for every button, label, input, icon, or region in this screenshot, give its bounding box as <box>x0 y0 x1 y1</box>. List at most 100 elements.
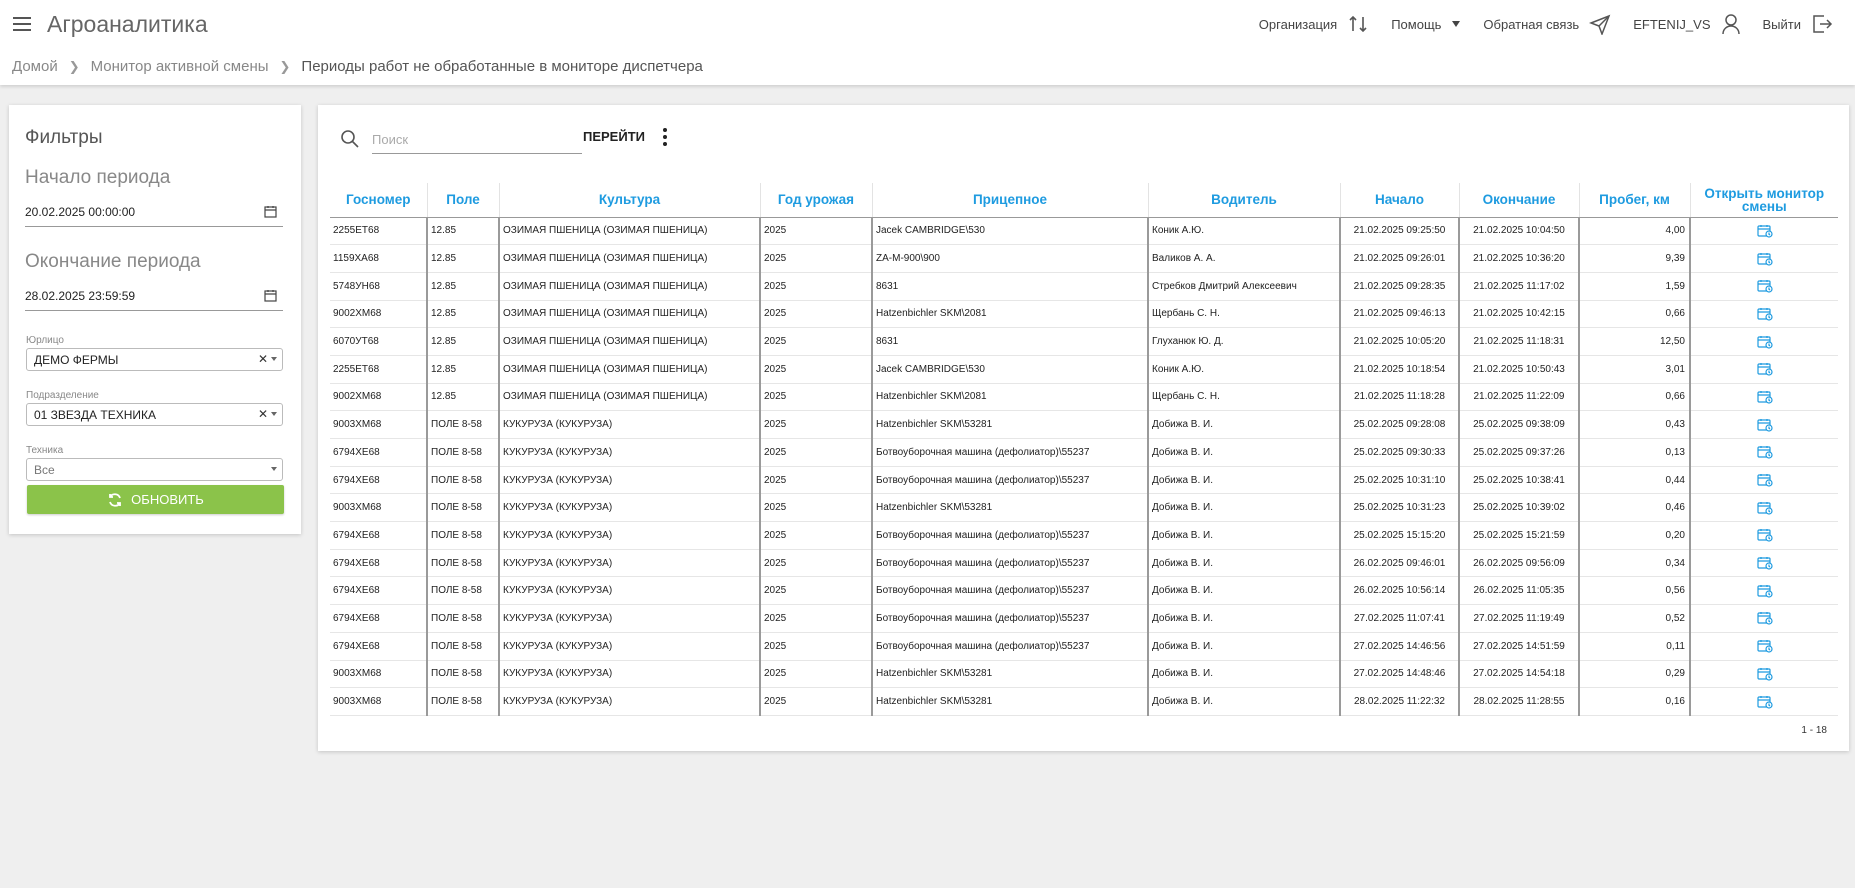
table-row[interactable]: 9003ХМ68 ПОЛЕ 8-58 КУКУРУЗА (КУКУРУЗА) 2025… <box>330 687 1838 716</box>
cell-trailer: ZA-M-900\900 <box>872 244 1149 273</box>
table-row[interactable]: 6794ХЕ68 ПОЛЕ 8-58 КУКУРУЗА (КУКУРУЗА) 2025… <box>330 604 1838 633</box>
open-monitor-icon[interactable] <box>1756 528 1773 543</box>
table-row[interactable]: 9003ХМ68 ПОЛЕ 8-58 КУКУРУЗА (КУКУРУЗА) 2025… <box>330 660 1838 689</box>
column-header-open[interactable]: Открыть монитор смены <box>1690 183 1838 218</box>
table-row[interactable]: 6070УТ68 12.85 ОЗИМАЯ ПШЕНИЦА (ОЗИМАЯ ПШЕН… <box>330 327 1838 356</box>
table-row[interactable]: 6794ХЕ68 ПОЛЕ 8-58 КУКУРУЗА (КУКУРУЗА) 2025… <box>330 438 1838 467</box>
app-title: Агроаналитика <box>47 11 208 37</box>
feedback-button[interactable]: Обратная связь <box>1483 13 1611 35</box>
open-monitor-icon[interactable] <box>1756 445 1773 459</box>
table-row[interactable]: 6794ХЕ68 ПОЛЕ 8-58 КУКУРУЗА (КУКУРУЗА) 2025… <box>330 576 1838 606</box>
column-header-field[interactable]: Поле <box>427 183 500 218</box>
table-row[interactable]: 6794ХЕ68 ПОЛЕ 8-58 КУКУРУЗА (КУКУРУЗА) 2025… <box>330 466 1838 495</box>
start-date-field[interactable]: 20.02.2025 00:00:00 <box>25 200 283 227</box>
open-monitor-icon[interactable] <box>1756 501 1773 515</box>
open-monitor-icon[interactable] <box>1756 224 1773 238</box>
cell-driver: Добижа В. И. <box>1148 604 1341 633</box>
table-row[interactable]: 6794ХЕ68 ПОЛЕ 8-58 КУКУРУЗА (КУКУРУЗА) 2025… <box>330 521 1838 550</box>
breadcrumb-home[interactable]: Домой <box>12 58 58 75</box>
table-row[interactable]: 2255ЕТ68 12.85 ОЗИМАЯ ПШЕНИЦА (ОЗИМАЯ ПШЕН… <box>330 355 1838 384</box>
open-monitor-icon[interactable] <box>1756 584 1773 598</box>
division-select[interactable]: 01 ЗВЕЗДА ТЕХНИКА ✕ <box>26 403 283 426</box>
calendar-icon[interactable] <box>264 205 277 218</box>
cell-open <box>1690 493 1838 523</box>
cell-driver: Коник А.Ю. <box>1148 355 1341 384</box>
breadcrumb-monitor[interactable]: Монитор активной смены <box>91 58 269 75</box>
search-input[interactable] <box>372 125 582 154</box>
user-button[interactable]: EFTENIJ_VS <box>1633 13 1740 35</box>
cell-mileage: 0,66 <box>1579 300 1691 329</box>
cell-driver: Коник А.Ю. <box>1148 217 1341 246</box>
cell-year: 2025 <box>760 300 873 329</box>
breadcrumb-current: Периоды работ не обработанные в мониторе… <box>301 58 703 75</box>
cell-crop: КУКУРУЗА (КУКУРУЗА) <box>499 466 761 495</box>
calendar-icon[interactable] <box>264 289 277 302</box>
column-header-crop[interactable]: Культура <box>499 183 761 218</box>
cell-driver: Добижа В. И. <box>1148 549 1341 578</box>
open-monitor-icon[interactable] <box>1756 362 1773 376</box>
equipment-select[interactable]: Все <box>26 458 283 481</box>
open-monitor-icon[interactable] <box>1756 335 1773 349</box>
table-row[interactable]: 6794ХЕ68 ПОЛЕ 8-58 КУКУРУЗА (КУКУРУЗА) 2025… <box>330 632 1838 661</box>
open-monitor-icon[interactable] <box>1756 695 1773 709</box>
open-monitor-icon[interactable] <box>1756 611 1773 626</box>
table-row[interactable]: 5748УН68 12.85 ОЗИМАЯ ПШЕНИЦА (ОЗИМАЯ ПШЕН… <box>330 272 1838 301</box>
cell-start: 27.02.2025 11:07:41 <box>1340 604 1460 633</box>
go-button[interactable]: ПЕРЕЙТИ <box>583 129 645 144</box>
cell-mileage: 0,43 <box>1579 410 1691 439</box>
open-monitor-icon[interactable] <box>1756 473 1773 487</box>
help-menu[interactable]: Помощь <box>1391 17 1461 32</box>
cell-mileage: 0,13 <box>1579 438 1691 467</box>
cell-field: ПОЛЕ 8-58 <box>427 466 500 495</box>
open-monitor-icon[interactable] <box>1756 279 1773 293</box>
end-date-field[interactable]: 28.02.2025 23:59:59 <box>25 284 283 311</box>
open-monitor-icon[interactable] <box>1756 639 1773 653</box>
table-row[interactable]: 9002ХМ68 12.85 ОЗИМАЯ ПШЕНИЦА (ОЗИМАЯ ПШЕН… <box>330 300 1838 329</box>
open-monitor-icon[interactable] <box>1756 307 1773 321</box>
cell-mileage: 0,16 <box>1579 687 1691 716</box>
table-row[interactable]: 9002ХМ68 12.85 ОЗИМАЯ ПШЕНИЦА (ОЗИМАЯ ПШЕН… <box>330 383 1838 412</box>
table-row[interactable]: 9003ХМ68 ПОЛЕ 8-58 КУКУРУЗА (КУКУРУЗА) 2025… <box>330 410 1838 439</box>
cell-open <box>1690 410 1838 439</box>
clear-icon[interactable]: ✕ <box>258 352 268 366</box>
cell-driver: Щербань С. Н. <box>1148 300 1341 329</box>
organization-button[interactable]: Организация <box>1259 13 1369 35</box>
cell-mileage: 0,46 <box>1579 493 1691 523</box>
cell-trailer: Jacek CAMBRIDGE\530 <box>872 355 1149 384</box>
clear-icon[interactable]: ✕ <box>258 407 268 421</box>
cell-crop: ОЗИМАЯ ПШЕНИЦА (ОЗИМАЯ ПШЕНИЦА) <box>499 383 761 412</box>
filters-panel: Фильтры Начало периода 20.02.2025 00:00:… <box>9 105 301 534</box>
menu-icon[interactable] <box>13 17 31 31</box>
column-header-plate[interactable]: Госномер <box>330 183 428 218</box>
table-row[interactable]: 9003ХМ68 ПОЛЕ 8-58 КУКУРУЗА (КУКУРУЗА) 2025… <box>330 493 1838 523</box>
results-card: ПЕРЕЙТИ Госномер Поле Культура Год урожа… <box>318 105 1849 751</box>
open-monitor-icon[interactable] <box>1756 390 1773 404</box>
more-options-icon[interactable] <box>650 117 680 157</box>
user-label: EFTENIJ_VS <box>1633 16 1711 32</box>
column-header-driver[interactable]: Водитель <box>1148 183 1341 218</box>
cell-plate: 1159ХА68 <box>330 244 428 273</box>
open-monitor-icon[interactable] <box>1756 418 1773 432</box>
table-row[interactable]: 2255ЕТ68 12.85 ОЗИМАЯ ПШЕНИЦА (ОЗИМАЯ ПШЕН… <box>330 217 1838 246</box>
cell-field: 12.85 <box>427 355 500 384</box>
column-header-mileage[interactable]: Пробег, км <box>1579 183 1691 218</box>
table-row[interactable]: 6794ХЕ68 ПОЛЕ 8-58 КУКУРУЗА (КУКУРУЗА) 2025… <box>330 549 1838 578</box>
open-monitor-icon[interactable] <box>1756 556 1773 570</box>
entity-select[interactable]: ДЕМО ФЕРМЫ ✕ <box>26 348 283 371</box>
column-header-year[interactable]: Год урожая <box>760 183 873 218</box>
cell-trailer: Hatzenbichler SKM\53281 <box>872 687 1149 716</box>
refresh-button[interactable]: ОБНОВИТЬ <box>27 485 284 514</box>
logout-button[interactable]: Выйти <box>1763 13 1834 35</box>
open-monitor-icon[interactable] <box>1756 667 1773 681</box>
column-header-trailer[interactable]: Прицепное <box>872 183 1149 218</box>
table-row[interactable]: 1159ХА68 12.85 ОЗИМАЯ ПШЕНИЦА (ОЗИМАЯ ПШЕН… <box>330 244 1838 273</box>
cell-end: 21.02.2025 10:36:20 <box>1459 244 1580 273</box>
end-period-label: Окончание периода <box>25 251 201 272</box>
cell-end: 26.02.2025 09:56:09 <box>1459 549 1580 578</box>
cell-crop: ОЗИМАЯ ПШЕНИЦА (ОЗИМАЯ ПШЕНИЦА) <box>499 272 761 301</box>
cell-plate: 6794ХЕ68 <box>330 466 428 495</box>
column-header-end[interactable]: Окончание <box>1459 183 1580 218</box>
open-monitor-icon[interactable] <box>1756 252 1773 266</box>
cell-plate: 6794ХЕ68 <box>330 604 428 633</box>
column-header-start[interactable]: Начало <box>1340 183 1460 218</box>
